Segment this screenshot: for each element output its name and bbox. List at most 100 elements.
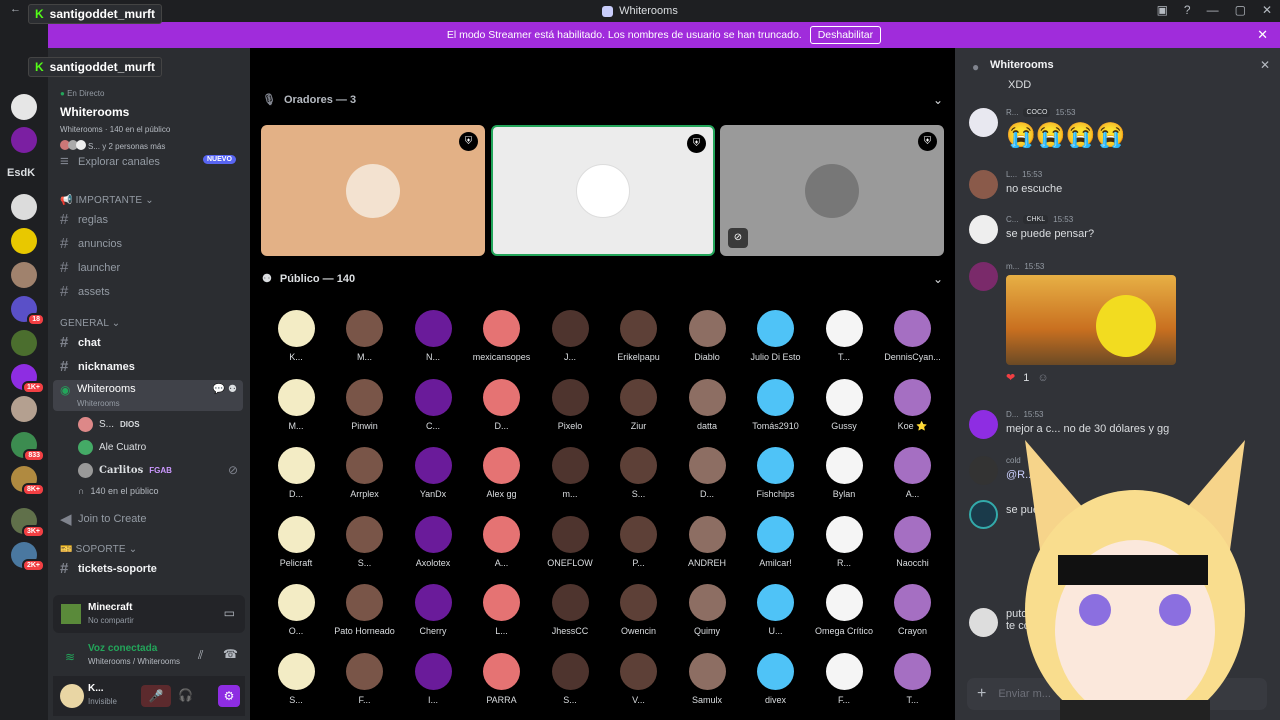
channel-reglas[interactable]: # reglas bbox=[60, 211, 108, 228]
audience-member[interactable]: ONEFLOW bbox=[536, 515, 604, 568]
audience-member[interactable]: Cherry bbox=[399, 584, 467, 636]
disable-streamer-mode-button[interactable]: Deshabilitar bbox=[809, 26, 882, 44]
audience-member[interactable]: Fishchips bbox=[742, 447, 810, 499]
server-esdk[interactable]: EsdK bbox=[7, 167, 35, 179]
chat-message[interactable]: C... CHKL 15:53 se puede pensar? bbox=[969, 215, 1094, 244]
back-arrow-icon[interactable]: ← bbox=[10, 3, 21, 15]
audience-member[interactable]: divex bbox=[742, 652, 810, 705]
mute-mic-button[interactable]: 🎤 bbox=[141, 685, 171, 707]
channel-nicknames[interactable]: # nicknames bbox=[60, 358, 135, 375]
server-folder[interactable]: 3K+ bbox=[11, 508, 45, 538]
chat-bubble-icon[interactable]: 💬 ⚉ bbox=[213, 384, 237, 395]
close-banner-icon[interactable]: ✕ bbox=[1257, 27, 1268, 43]
heart-reaction[interactable]: ❤ bbox=[1006, 371, 1015, 384]
category-support[interactable]: 🎫 SOPORTE ⌄ bbox=[60, 544, 137, 555]
speaker-tile-active[interactable]: ⛨ bbox=[491, 125, 715, 256]
deafen-button[interactable]: 🎧 bbox=[178, 688, 193, 702]
audience-member[interactable]: Pato Horneado bbox=[331, 584, 399, 636]
audience-member[interactable]: Amilcar! bbox=[742, 515, 810, 568]
audience-member[interactable]: Pelicraft bbox=[262, 515, 330, 568]
minimize-button[interactable]: — bbox=[1207, 3, 1219, 17]
audience-member[interactable]: Erikelpapu bbox=[605, 310, 673, 362]
activity-card[interactable]: Minecraft No compartir ▭ bbox=[53, 595, 245, 633]
audience-member[interactable]: Naocchi bbox=[879, 515, 947, 568]
category-general[interactable]: GENERAL ⌄ bbox=[60, 318, 120, 329]
server-icon[interactable] bbox=[11, 330, 37, 356]
noise-suppression-icon[interactable]: ⫽ bbox=[198, 648, 203, 663]
audience-member[interactable]: T... bbox=[810, 310, 878, 362]
audience-member[interactable]: M... bbox=[331, 310, 399, 362]
audience-member[interactable]: Pixelo bbox=[536, 378, 604, 431]
audience-member[interactable]: Pinwin bbox=[331, 378, 399, 431]
audience-member[interactable]: Alex gg bbox=[468, 447, 536, 499]
audience-member[interactable]: T... bbox=[879, 652, 947, 705]
close-window-button[interactable]: ✕ bbox=[1262, 3, 1272, 17]
audience-member[interactable]: PARRA bbox=[468, 652, 536, 705]
help-icon[interactable]: ? bbox=[1184, 3, 1191, 17]
audience-member[interactable]: mexicansopes bbox=[468, 310, 536, 362]
audience-member[interactable]: ANDREH bbox=[673, 515, 741, 568]
audience-member[interactable]: C... bbox=[399, 378, 467, 431]
server-icon[interactable] bbox=[11, 194, 37, 220]
speakers-header[interactable]: 🎙 Oradores — 3 bbox=[262, 93, 356, 107]
audience-member[interactable]: F... bbox=[331, 652, 399, 705]
voice-user[interactable]: Carlitos FGAB bbox=[78, 463, 172, 478]
avatar[interactable] bbox=[60, 684, 84, 708]
channel-launcher[interactable]: # launcher bbox=[60, 259, 120, 276]
screen-share-icon[interactable]: ▭ bbox=[224, 606, 235, 620]
disconnect-icon[interactable]: ☎ bbox=[223, 647, 238, 661]
audience-member[interactable]: J... bbox=[536, 310, 604, 362]
server-folder[interactable]: 833 bbox=[11, 432, 45, 462]
explore-channels[interactable]: ≡ Explorar canales bbox=[60, 153, 160, 170]
audience-member[interactable]: F... bbox=[810, 652, 878, 705]
audience-member[interactable]: Gussy bbox=[810, 378, 878, 431]
server-icon[interactable] bbox=[11, 94, 37, 120]
chevron-down-icon[interactable]: ⌄ bbox=[933, 93, 943, 107]
audience-member[interactable]: m... bbox=[536, 447, 604, 499]
audience-member[interactable]: D... bbox=[262, 447, 330, 499]
audience-member[interactable]: S... bbox=[536, 652, 604, 705]
server-icon[interactable] bbox=[11, 262, 37, 288]
attached-image[interactable] bbox=[1006, 275, 1176, 365]
server-icon[interactable]: 18 bbox=[11, 296, 45, 326]
audience-member[interactable]: Ziur bbox=[605, 378, 673, 431]
speaker-tile[interactable]: ⛨ bbox=[261, 125, 485, 256]
server-icon[interactable]: 1K+ bbox=[11, 364, 45, 394]
audience-member[interactable]: Arrplex bbox=[331, 447, 399, 499]
audience-member[interactable]: R... bbox=[810, 515, 878, 568]
audience-member[interactable]: Omega Crítico bbox=[810, 584, 878, 636]
audience-member[interactable]: D... bbox=[673, 447, 741, 499]
audience-member[interactable]: YanDx bbox=[399, 447, 467, 499]
audience-member[interactable]: Diablo bbox=[673, 310, 741, 362]
audience-member[interactable]: P... bbox=[605, 515, 673, 568]
audience-member[interactable]: Owencin bbox=[605, 584, 673, 636]
speaker-tile[interactable]: ⛨ ⊘ bbox=[720, 125, 944, 256]
audience-member[interactable]: S... bbox=[262, 652, 330, 705]
chat-message[interactable]: m... 15:53 ❤ 1 ☺ bbox=[969, 262, 1176, 384]
audience-member[interactable]: O... bbox=[262, 584, 330, 636]
audience-member[interactable]: L... bbox=[468, 584, 536, 636]
audience-member[interactable]: Tomás2910 bbox=[742, 378, 810, 431]
audience-member[interactable]: U... bbox=[742, 584, 810, 636]
channel-anuncios[interactable]: # anuncios bbox=[60, 235, 122, 252]
server-icon[interactable] bbox=[11, 228, 37, 254]
chat-message[interactable]: R... COCO 15:53 😭😭😭😭 bbox=[969, 108, 1126, 150]
chat-message[interactable]: L... 15:53 no escuche bbox=[969, 170, 1062, 199]
audience-member[interactable]: Julio Di Esto bbox=[742, 310, 810, 362]
audience-member[interactable]: DennisCyan... bbox=[879, 310, 947, 362]
audience-count[interactable]: ∩ 140 en el público bbox=[78, 486, 159, 496]
audience-member[interactable]: I... bbox=[399, 652, 467, 705]
maximize-button[interactable]: ▢ bbox=[1235, 3, 1246, 17]
audience-header[interactable]: ⚉ Público — 140 bbox=[262, 272, 355, 286]
settings-gear-icon[interactable]: ⚙ bbox=[218, 685, 240, 707]
audience-member[interactable]: Koe ⭐ bbox=[879, 378, 947, 432]
audience-member[interactable]: Axolotex bbox=[399, 515, 467, 568]
server-icon[interactable] bbox=[11, 396, 37, 422]
audience-member[interactable]: A... bbox=[879, 447, 947, 499]
close-icon[interactable]: ✕ bbox=[1260, 58, 1270, 72]
voice-user[interactable]: Ale Cuatro bbox=[78, 440, 146, 455]
channel-tickets-soporte[interactable]: # tickets-soporte bbox=[60, 560, 157, 577]
channel-assets[interactable]: # assets bbox=[60, 283, 110, 300]
event-title[interactable]: Whiterooms bbox=[60, 105, 129, 119]
add-attachment-icon[interactable]: + bbox=[977, 685, 986, 703]
